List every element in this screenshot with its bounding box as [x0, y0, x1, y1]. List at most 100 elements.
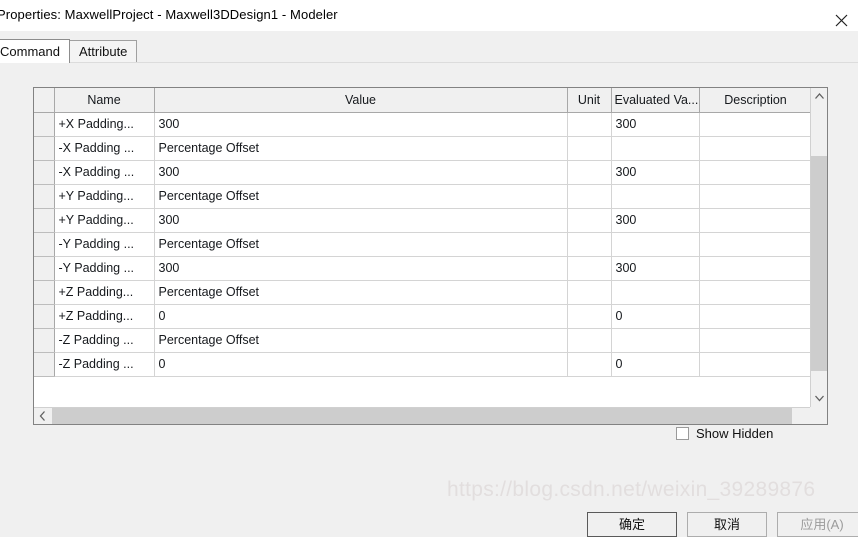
- cell-value[interactable]: 300: [154, 256, 568, 281]
- row-selector-cell[interactable]: [34, 328, 55, 353]
- cell-name[interactable]: +Z Padding...: [54, 304, 155, 329]
- cell-evaluated[interactable]: [611, 280, 700, 305]
- ok-button[interactable]: 确定: [587, 512, 677, 537]
- cell-evaluated[interactable]: [611, 136, 700, 161]
- table-row[interactable]: -X Padding ... Percentage Offset: [34, 136, 812, 161]
- cell-name[interactable]: +Y Padding...: [54, 208, 155, 233]
- property-table: Name Value Unit Evaluated Va... Descript…: [34, 88, 812, 377]
- cell-name[interactable]: -Y Padding ...: [54, 256, 155, 281]
- cell-unit[interactable]: [567, 328, 612, 353]
- vertical-scrollbar[interactable]: [810, 88, 827, 407]
- cancel-button[interactable]: 取消: [687, 512, 767, 537]
- column-header-description[interactable]: Description: [699, 88, 812, 113]
- cell-description[interactable]: [699, 232, 812, 257]
- cell-value[interactable]: Percentage Offset: [154, 328, 568, 353]
- cell-value[interactable]: 300: [154, 160, 568, 185]
- row-selector-cell[interactable]: [34, 304, 55, 329]
- table-row[interactable]: +Z Padding... 0 0: [34, 304, 812, 329]
- table-row[interactable]: +Y Padding... 300 300: [34, 208, 812, 233]
- table-row[interactable]: -Z Padding ... 0 0: [34, 352, 812, 377]
- row-selector-cell[interactable]: [34, 112, 55, 137]
- table-row[interactable]: -Y Padding ... Percentage Offset: [34, 232, 812, 257]
- show-hidden-checkbox[interactable]: Show Hidden: [676, 424, 773, 442]
- cell-description[interactable]: [699, 136, 812, 161]
- cell-unit[interactable]: [567, 208, 612, 233]
- column-header-value[interactable]: Value: [154, 88, 568, 113]
- column-header-name[interactable]: Name: [54, 88, 155, 113]
- cell-name[interactable]: -X Padding ...: [54, 160, 155, 185]
- cell-evaluated[interactable]: 0: [611, 304, 700, 329]
- table-row[interactable]: -X Padding ... 300 300: [34, 160, 812, 185]
- checkbox-box[interactable]: [676, 426, 689, 440]
- cell-evaluated[interactable]: 300: [611, 208, 700, 233]
- cell-name[interactable]: -Z Padding ...: [54, 328, 155, 353]
- cell-unit[interactable]: [567, 184, 612, 209]
- cell-description[interactable]: [699, 256, 812, 281]
- cell-value[interactable]: Percentage Offset: [154, 136, 568, 161]
- table-row[interactable]: -Z Padding ... Percentage Offset: [34, 328, 812, 353]
- row-selector-cell[interactable]: [34, 256, 55, 281]
- cell-description[interactable]: [699, 160, 812, 185]
- column-header-unit[interactable]: Unit: [567, 88, 612, 113]
- cell-description[interactable]: [699, 304, 812, 329]
- table-row[interactable]: +Y Padding... Percentage Offset: [34, 184, 812, 209]
- row-selector-cell[interactable]: [34, 136, 55, 161]
- horizontal-scroll-thumb[interactable]: [52, 408, 792, 424]
- cell-evaluated[interactable]: 300: [611, 112, 700, 137]
- table-row[interactable]: +X Padding... 300 300: [34, 112, 812, 137]
- cell-name[interactable]: -Y Padding ...: [54, 232, 155, 257]
- cell-unit[interactable]: [567, 232, 612, 257]
- close-glyph: [835, 14, 847, 26]
- table-row[interactable]: -Y Padding ... 300 300: [34, 256, 812, 281]
- row-selector-cell[interactable]: [34, 232, 55, 257]
- cell-evaluated[interactable]: 300: [611, 256, 700, 281]
- cell-description[interactable]: [699, 280, 812, 305]
- table-row[interactable]: +Z Padding... Percentage Offset: [34, 280, 812, 305]
- column-header-evaluated[interactable]: Evaluated Va...: [611, 88, 700, 113]
- tab-attribute[interactable]: Attribute: [69, 40, 138, 62]
- cell-evaluated[interactable]: [611, 328, 700, 353]
- cell-description[interactable]: [699, 352, 812, 377]
- close-icon[interactable]: [818, 0, 858, 31]
- scroll-up-icon[interactable]: [811, 88, 827, 105]
- column-header-selector: [34, 88, 55, 113]
- cell-value[interactable]: Percentage Offset: [154, 280, 568, 305]
- cell-unit[interactable]: [567, 112, 612, 137]
- cell-value[interactable]: 0: [154, 304, 568, 329]
- row-selector-cell[interactable]: [34, 184, 55, 209]
- row-selector-cell[interactable]: [34, 208, 55, 233]
- cell-unit[interactable]: [567, 280, 612, 305]
- cell-value[interactable]: Percentage Offset: [154, 232, 568, 257]
- chevron-up-glyph: [814, 93, 824, 99]
- cell-value[interactable]: 0: [154, 352, 568, 377]
- cell-name[interactable]: +Y Padding...: [54, 184, 155, 209]
- cell-unit[interactable]: [567, 160, 612, 185]
- cell-value[interactable]: Percentage Offset: [154, 184, 568, 209]
- cell-value[interactable]: 300: [154, 112, 568, 137]
- cell-name[interactable]: -X Padding ...: [54, 136, 155, 161]
- cell-name[interactable]: +Z Padding...: [54, 280, 155, 305]
- cell-description[interactable]: [699, 328, 812, 353]
- cell-unit[interactable]: [567, 304, 612, 329]
- cell-name[interactable]: -Z Padding ...: [54, 352, 155, 377]
- cell-unit[interactable]: [567, 256, 612, 281]
- tab-command[interactable]: Command: [0, 39, 70, 63]
- cell-description[interactable]: [699, 208, 812, 233]
- cell-unit[interactable]: [567, 352, 612, 377]
- cell-evaluated[interactable]: [611, 232, 700, 257]
- scroll-left-icon[interactable]: [34, 408, 51, 424]
- row-selector-cell[interactable]: [34, 280, 55, 305]
- row-selector-cell[interactable]: [34, 352, 55, 377]
- cell-name[interactable]: +X Padding...: [54, 112, 155, 137]
- cell-unit[interactable]: [567, 136, 612, 161]
- cell-value[interactable]: 300: [154, 208, 568, 233]
- horizontal-scrollbar[interactable]: [34, 407, 827, 424]
- cell-evaluated[interactable]: [611, 184, 700, 209]
- row-selector-cell[interactable]: [34, 160, 55, 185]
- scroll-down-icon[interactable]: [811, 390, 827, 407]
- cell-description[interactable]: [699, 184, 812, 209]
- cell-evaluated[interactable]: 0: [611, 352, 700, 377]
- cell-evaluated[interactable]: 300: [611, 160, 700, 185]
- vertical-scroll-thumb[interactable]: [811, 156, 827, 371]
- cell-description[interactable]: [699, 112, 812, 137]
